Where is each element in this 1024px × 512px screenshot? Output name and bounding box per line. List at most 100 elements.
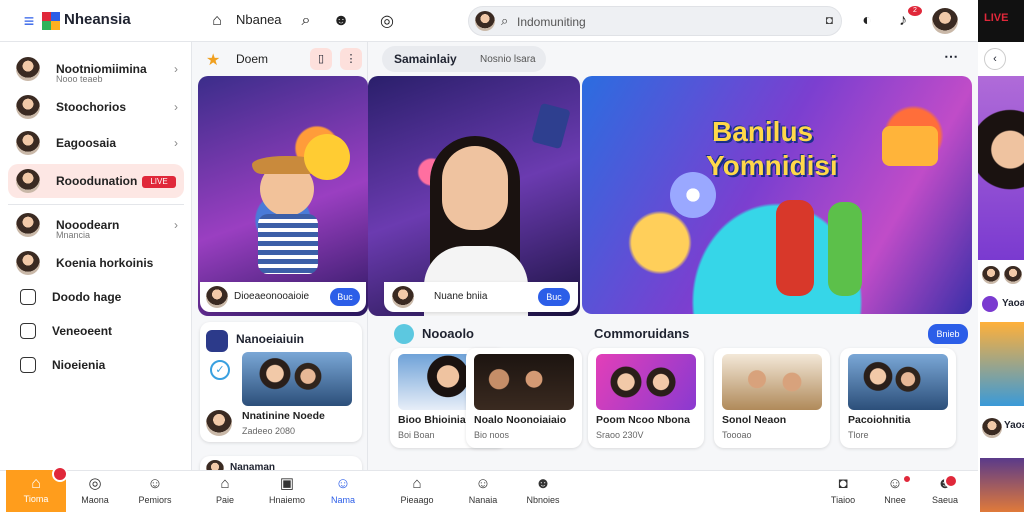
nav-label: Nbnoies [526,495,560,505]
main-content: Samainlaiy Nosnio lsara ⋯ Nuane bniia Bu… [368,42,978,470]
bubble-sticker [670,172,716,218]
chevron-right-icon: › [174,136,178,150]
profile-avatar[interactable] [932,8,958,34]
tile-thumbnail [596,354,696,410]
sidebar-item-7[interactable]: Veneoeent [8,314,184,348]
sidebar-item-4[interactable]: Nooodearn Mnancia › [8,208,184,242]
nav-inbox[interactable]: ▣ Hnaiemo [262,475,312,505]
video-tile[interactable]: Sonol Neaon Toooao [714,348,830,448]
nav-label: Saeua [931,495,959,505]
video-tile[interactable]: Poom Ncoo Nbona Sraoo 230V [588,348,704,448]
bookmark-icon[interactable]: ▯ [310,48,332,70]
banner-title-line2: Yomnidisi [706,150,838,181]
home-icon[interactable]: ⌂ [206,10,228,32]
section-action-button[interactable]: Bnieb [928,324,968,344]
feature-card[interactable]: Nanoeiaiuin ✓ Nnatinine Noede Zadeeo 208… [200,322,362,442]
users-icon: ☺ [147,475,163,492]
nav-home[interactable]: ⌂ Paie [200,475,250,505]
sidebar-item-3[interactable]: Rooodunation LIVE [8,164,184,198]
nav-label[interactable]: Nbanea [236,12,282,27]
hero-image-girl[interactable] [368,76,580,316]
more-icon[interactable]: ⋮ [340,48,362,70]
nav-label: Nnee [884,495,906,505]
divider [8,204,184,205]
chip-sub: Nosnio lsara [480,54,536,65]
sidebar-item-0[interactable]: Nootniomiimina Nooo teaeb › [8,52,184,86]
menu-icon[interactable]: ≡ [18,10,40,32]
home-icon: ⌂ [220,475,230,492]
side-thumbnail[interactable] [980,322,1024,406]
section-title-right: Commoruidans [594,326,690,341]
emoji-sticker [304,134,350,180]
page-icon [20,357,36,373]
avatar [16,57,40,81]
hero-action-button[interactable]: Buc [330,288,360,306]
video-tile[interactable]: Noalo Noonoiaiaio Bio noos [466,348,582,448]
nav-account[interactable]: ☺ Nnee [870,475,920,505]
search-icon[interactable]: ⌕ [295,10,317,32]
avatar [16,251,40,275]
side-thumbnail-2[interactable] [980,458,1024,512]
hero2-caption: Nuane bniia [434,291,488,302]
nav-chat[interactable]: ☺ Nanaia [458,475,508,505]
nav-profile[interactable]: ☺ Nama [318,475,368,505]
check-icon[interactable]: ✓ [210,360,230,380]
search-input[interactable]: Indomuniting [517,15,586,29]
sidebar-item-1[interactable]: Stoochorios › [8,90,184,124]
app-window: ≡ Nheansia ⌂ Nbanea ⌕ ☻ ◎ ⌕ Indomuniting… [0,0,978,512]
nav-label: Pieaago [400,495,434,505]
avatar [982,266,1000,284]
girl-face [442,146,508,230]
tile-meta: Sraoo 230V [596,430,644,440]
nav-explore[interactable]: ◎ Maona [70,475,120,505]
user-icon: ☺ [335,475,351,492]
sidebar-item-label: Veneoeent [52,324,113,338]
nav-label: Tiaioo [830,495,856,505]
hero-image-kid[interactable] [198,76,368,316]
right-side-panel: LIVE ‹ Yaoa Yaoa [978,0,1024,512]
search-avatar [475,11,495,31]
section-title-left: Nooaolo [422,326,474,341]
sidebar-item-5[interactable]: Koenia horkoinis [8,246,184,280]
video-tile[interactable]: Pacoiohnitia Tlore [840,348,956,448]
camera-icon[interactable]: ◘ [826,13,833,27]
back-icon[interactable]: ‹ [984,48,1006,70]
nav-home-main[interactable]: ⌂ Pieaago [392,475,442,505]
side-hero-image[interactable] [978,76,1024,260]
live-badge: LIVE [142,176,176,188]
phone-sticker [531,102,571,150]
search-bar[interactable]: ⌕ Indomuniting ◘ [468,6,842,36]
avatar [16,169,40,193]
app-title: Nheansia [64,11,131,28]
shorts-icon[interactable]: ◐ [856,10,878,32]
striped-shirt [258,214,318,274]
side-label-2: Yaoa [1004,420,1024,431]
chevron-right-icon: › [174,62,178,76]
sidebar-item-6[interactable]: Doodo hage [8,280,184,314]
more-options-icon[interactable]: ⋯ [944,48,958,65]
banner-title-line1: Banilus [712,116,814,147]
right-header-title: LIVE [984,12,1009,24]
nav-groups[interactable]: ☻ Nbnoies [518,475,568,505]
nav-label: Nanaia [468,495,498,505]
feed-column: ★ Doem ▯ ⋮ Dioeaeonooaioie Buc Nanoeiaiu… [192,42,368,478]
compass-icon[interactable]: ◎ [376,10,398,32]
app-logo-icon [40,10,62,32]
nav-label: Nama [330,495,355,505]
tile-title: Sonol Neaon [722,414,787,426]
sidebar-item-8[interactable]: Nioeienia [8,348,184,382]
avatar [392,286,414,308]
nav-people[interactable]: ☺ Pemiors [130,475,180,505]
sidebar-item-2[interactable]: Eagoosaia › [8,126,184,160]
tile-meta: Tlore [848,430,869,440]
promo-banner[interactable]: Banilus Yomnidisi [582,76,972,314]
hero-caption-bar: Dioeaeonooaioie Buc [200,282,366,312]
nav-camera[interactable]: ◘ Tiaioo [818,475,868,505]
inbox-icon: ▣ [279,475,295,492]
category-chip[interactable]: Samainlaiy Nosnio lsara [382,46,546,72]
hero2-action-button[interactable]: Buc [538,288,570,306]
tile-meta: Toooao [722,430,752,440]
avatar [16,213,40,237]
emoji-icon[interactable]: ☻ [330,10,352,32]
sidebar-item-label: Doodo hage [52,290,122,304]
